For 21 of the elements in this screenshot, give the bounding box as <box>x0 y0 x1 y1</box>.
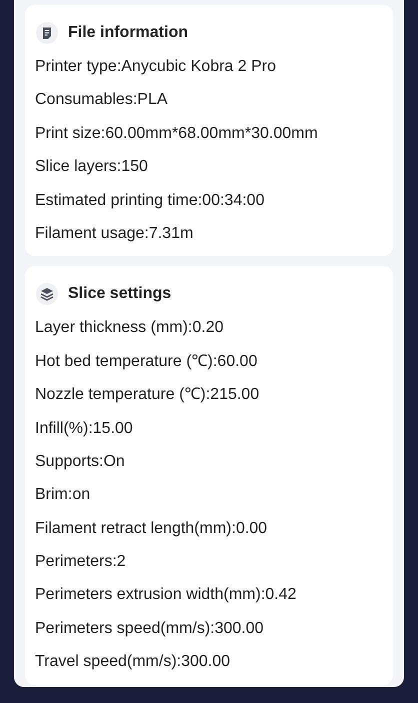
info-text: Printer type:Anycubic Kobra 2 Pro <box>35 57 276 77</box>
info-text: Print size:60.00mm*68.00mm*30.00mm <box>35 124 318 144</box>
info-text: Brim:on <box>35 485 90 506</box>
info-text: Layer thickness (mm):0.20 <box>35 318 224 338</box>
info-text: Estimated printing time:00:34:00 <box>35 190 264 211</box>
info-text: Infill(%):15.00 <box>35 418 133 439</box>
info-text: Perimeters extrusion width(mm):0.42 <box>35 585 296 606</box>
info-text: Filament retract length(mm):0.00 <box>35 518 268 539</box>
section-title: File information <box>68 24 188 42</box>
layers-icon <box>36 283 58 306</box>
info-text: Supports:On <box>35 452 125 472</box>
info-text: Consumables:PLA <box>35 90 168 110</box>
section-title: Slice settings <box>68 285 172 304</box>
info-text: Travel speed(mm/s):300.00 <box>35 652 230 672</box>
info-text: Perimeters:2 <box>35 552 126 572</box>
info-text: Hot bed temperature (℃):60.00 <box>35 352 258 372</box>
document-icon <box>36 22 58 44</box>
info-text: Slice layers:150 <box>35 157 148 178</box>
info-text: Nozzle temperature (℃):215.00 <box>35 385 260 406</box>
info-text: Perimeters speed(mm/s):300.00 <box>35 618 264 639</box>
info-text: Filament usage:7.31m <box>35 224 194 244</box>
